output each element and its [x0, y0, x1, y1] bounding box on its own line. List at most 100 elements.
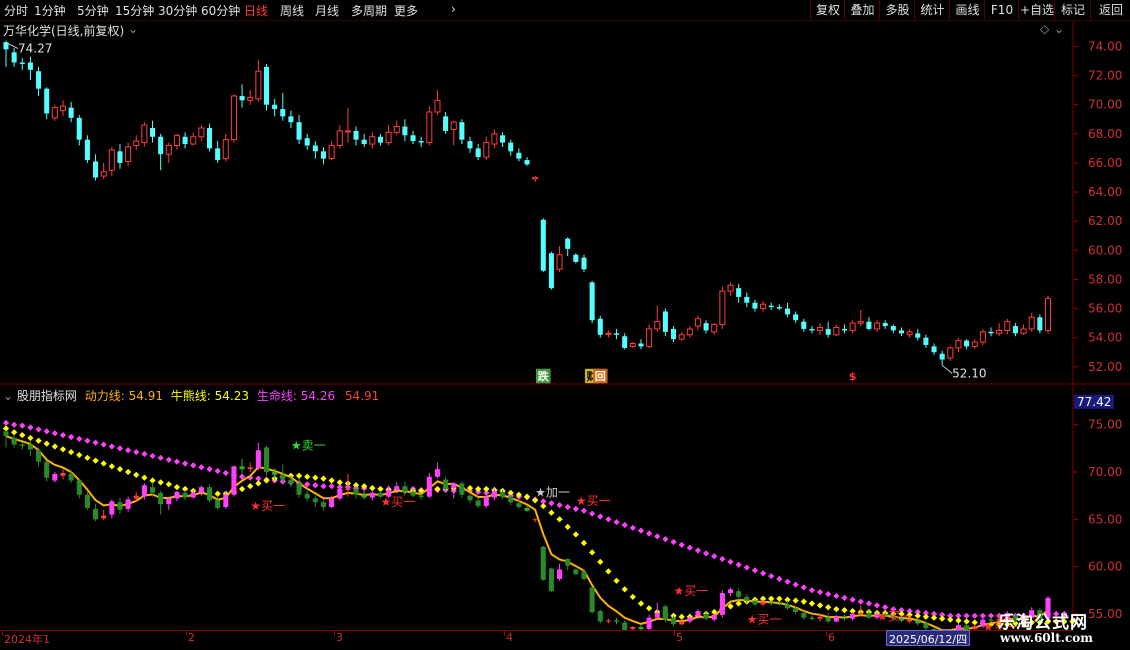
toolbar-button-4[interactable]: 画线 [949, 0, 985, 20]
candle-body [11, 52, 17, 63]
stock-title[interactable]: 万华化学(日线,前复权) [3, 22, 124, 39]
niuxiong-dot [605, 568, 612, 575]
title-dropdown-icon[interactable]: ⌄ [128, 22, 138, 36]
period-4[interactable]: 30分钟 [158, 2, 197, 19]
ind-candle-body [255, 450, 261, 469]
candle-body [150, 128, 156, 137]
niuxiong-dot [320, 475, 327, 482]
toolbar-button-1[interactable]: 叠加 [844, 0, 880, 20]
candle-body [849, 322, 856, 331]
candle-body [312, 145, 318, 152]
ind-candle-body [52, 473, 58, 481]
ind-candle-body [589, 587, 595, 613]
niuxiong-dot [43, 440, 50, 447]
candle-body [1044, 297, 1052, 331]
settings-icon[interactable]: ⌄ [1054, 22, 1064, 36]
shengming-dot [165, 456, 172, 463]
candle-body [467, 141, 473, 149]
toolbar-button-3[interactable]: 统计 [914, 0, 950, 20]
date-label: 2 [188, 631, 195, 644]
ind-candle-body [850, 613, 856, 619]
indicator-name[interactable]: 股朋指标网 [17, 389, 77, 403]
candle-body [418, 141, 424, 143]
period-3[interactable]: 15分钟 [115, 2, 154, 19]
candle-body [671, 328, 677, 340]
toolbar-button-2[interactable]: 多股 [879, 0, 915, 20]
more-chevron-icon[interactable]: › [451, 2, 456, 16]
candle-body [524, 160, 530, 165]
logo-title: 乐淘公式网 [998, 613, 1088, 633]
candle-body [443, 116, 449, 131]
candle-body [483, 142, 490, 158]
shengming-dot [589, 510, 596, 517]
period-0[interactable]: 分时 [4, 2, 28, 19]
shengming-dot [68, 433, 75, 441]
shengming-dot [556, 502, 563, 509]
candle-body [971, 341, 978, 347]
shengming-dot [133, 449, 140, 456]
period-6[interactable]: 日线 [244, 2, 268, 19]
period-10[interactable]: 更多 [394, 2, 418, 19]
diamond-icon[interactable]: ◇ [1040, 22, 1049, 36]
candle-body [1012, 326, 1018, 334]
candle-body [516, 152, 522, 159]
niuxiong-dot [116, 466, 124, 473]
ind-candle-body [68, 473, 74, 481]
indicator-header: ⌄ 股朋指标网 动力线: 54.91 牛熊线: 54.23 生命线: 54.26… [3, 387, 379, 404]
event-marker: $ [849, 370, 857, 383]
niuxiong-dot [792, 597, 799, 604]
candle-body [475, 148, 481, 158]
period-8[interactable]: 月线 [315, 2, 339, 19]
niuxiong-label: 牛熊线: [170, 389, 211, 403]
shengming-dot [181, 460, 189, 467]
candle-body [272, 104, 278, 110]
candle-body [377, 136, 383, 143]
ind-candle-body [190, 492, 196, 498]
signal-label: ★加一 [535, 486, 570, 500]
ind-candle-body [671, 617, 677, 625]
shengming-dot [621, 521, 628, 529]
shengming-value: 54.26 [300, 389, 336, 403]
candle-body [597, 318, 603, 335]
indicator-chart[interactable]: 75.0070.0065.0060.0055.0077.42★卖一★买一 ★买一★… [0, 386, 1130, 642]
niuxiong-dot [776, 595, 783, 602]
shengming-dot [654, 533, 661, 540]
candle-body [296, 122, 302, 140]
period-7[interactable]: 周线 [280, 2, 304, 19]
indicator-dropdown-icon[interactable]: ⌄ [3, 389, 13, 403]
toolbar-button-6[interactable]: +自选 [1018, 0, 1055, 20]
toolbar-button-8[interactable]: 返回 [1090, 0, 1130, 20]
ind-candle-body [329, 498, 335, 508]
main-chart-panel[interactable]: 74.00 72.00 70.00 68.00 66.00 64.00 62.00 60.00… [0, 21, 1130, 385]
ind-candle-body [548, 568, 554, 592]
ind-candle-body [174, 491, 180, 499]
ind-candle-body [638, 627, 644, 630]
toolbar-button-5[interactable]: F10 [984, 0, 1019, 20]
niuxiong-dot [165, 481, 172, 488]
niuxiong-dot [629, 593, 636, 600]
ind-candle-body [597, 611, 603, 622]
niuxiong-dot [173, 484, 181, 491]
ind-candle-body [467, 495, 473, 501]
toolbar-button-7[interactable]: 标记 [1054, 0, 1091, 20]
candle-body [393, 126, 400, 133]
candle-body [825, 328, 831, 335]
candlestick-chart[interactable]: 74.00 72.00 70.00 68.00 66.00 64.00 62.00 60.00… [0, 21, 1130, 385]
candle-body [280, 109, 286, 117]
period-1[interactable]: 1分钟 [34, 2, 66, 19]
ind-candle-body [475, 500, 481, 507]
candle-body [288, 116, 294, 123]
shengming-dot [768, 572, 775, 580]
date-label: 3 [336, 631, 343, 644]
period-5[interactable]: 60分钟 [201, 2, 240, 19]
period-9[interactable]: 多周期 [351, 2, 387, 19]
y-tick-label: 56.00 [1088, 302, 1122, 316]
shengming-dot [776, 575, 783, 583]
indicator-panel[interactable]: 75.00 70.00 65.00 60.00 55.00 77.42 ★卖一 ★买一 ★买一 ★… [0, 386, 1130, 642]
shengming-dot [784, 578, 791, 585]
period-2[interactable]: 5分钟 [77, 2, 109, 19]
toolbar-button-0[interactable]: 复权 [810, 0, 845, 20]
candle-body [459, 122, 465, 140]
ind-candle-body [687, 617, 693, 622]
niuxiong-dot [589, 549, 596, 556]
